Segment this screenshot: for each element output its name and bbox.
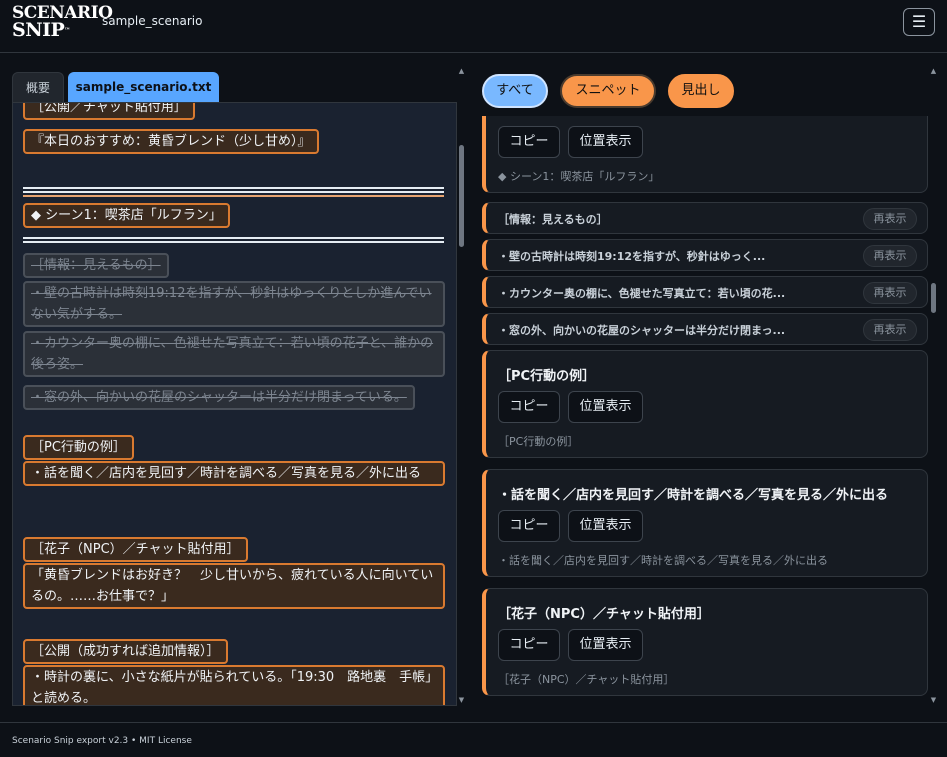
editor-line[interactable]: ・時計の裏に、小さな紙片が貼られている。「19:30 路地裏 手帳」と読める。 — [23, 665, 445, 705]
reshow-button[interactable]: 再表示 — [863, 282, 917, 304]
collapsed-snippet-text: ［情報：見えるもの］ — [498, 213, 608, 226]
copy-button[interactable]: コピー — [498, 629, 560, 661]
snippet-preview: ・話を聞く／店内を見回す／時計を調べる／写真を見る／外に出る — [498, 554, 828, 567]
snippet-title: ［花子（NPC）／チャット貼付用］ — [498, 607, 710, 622]
snippet-preview: ［PC行動の例］ — [498, 435, 579, 448]
copy-button[interactable]: コピー — [498, 126, 560, 158]
scrollbar-thumb[interactable] — [459, 145, 464, 247]
scrollbar-thumb[interactable] — [931, 283, 936, 313]
tab-sample-scenario-file[interactable]: sample_scenario.txt — [68, 72, 219, 102]
editor-line[interactable]: 「黄昏ブレンドはお好き？ 少し甘いから、疲れている人に向いているの。……お仕事で… — [23, 563, 445, 609]
copy-button[interactable]: コピー — [498, 391, 560, 423]
filter-snippet-button[interactable]: スニペット — [560, 74, 656, 108]
snippet-card-scene: コピー 位置表示 ◆ シーン1：喫茶店「ルフラン」 — [482, 116, 928, 193]
editor-line-hidden[interactable]: ［情報：見えるもの］ — [23, 253, 169, 278]
editor-line[interactable]: ・話を聞く／店内を見回す／時計を調べる／写真を見る／外に出る — [23, 461, 445, 486]
tab-overview[interactable]: 概要 — [12, 72, 64, 102]
editor-line-scene-heading[interactable]: ◆ シーン1：喫茶店「ルフラン」 — [23, 203, 230, 228]
editor-line[interactable]: ［PC行動の例］ — [23, 435, 134, 460]
separator-line — [23, 237, 444, 243]
locate-button[interactable]: 位置表示 — [568, 510, 643, 542]
reshow-button[interactable]: 再表示 — [863, 208, 917, 230]
snippet-preview: ［花子（NPC）／チャット貼付用］ — [498, 673, 675, 686]
editor-pane: 概要 sample_scenario.txt ［公開／チャット貼付用］ 『本日の… — [12, 72, 457, 706]
collapsed-snippet[interactable]: ・カウンター奥の棚に、色褪せた写真立て：若い頃の花... 再表示 — [482, 276, 928, 308]
hamburger-icon: ☰ — [911, 12, 927, 31]
editor-line-hidden[interactable]: ・窓の外、向かいの花屋のシャッターは半分だけ閉まっている。 — [23, 385, 415, 410]
collapsed-snippet-text: ・壁の古時計は時刻19:12を指すが、秒針はゆっく... — [498, 250, 766, 263]
separator-line — [23, 187, 444, 193]
collapsed-snippet[interactable]: ・壁の古時計は時刻19:12を指すが、秒針はゆっく... 再表示 — [482, 239, 928, 271]
hamburger-menu-button[interactable]: ☰ — [903, 8, 935, 36]
snippet-title: ・話を聞く／店内を見回す／時計を調べる／写真を見る／外に出る — [498, 488, 889, 503]
filter-all-button[interactable]: すべて — [482, 74, 548, 108]
snippet-title: ［PC行動の例］ — [498, 369, 596, 384]
editor-line-hidden[interactable]: ・カウンター奥の棚に、色褪せた写真立て：若い頃の花子と、誰かの後ろ姿。 — [23, 331, 445, 377]
snippet-preview: ◆ シーン1：喫茶店「ルフラン」 — [498, 170, 660, 183]
locate-button[interactable]: 位置表示 — [568, 391, 643, 423]
snippet-scrollbar[interactable]: ▲ ▼ — [929, 67, 938, 707]
logo-trademark: ™ — [64, 27, 70, 34]
snippet-card: ［PC行動の例］ コピー 位置表示 ［PC行動の例］ — [482, 350, 928, 458]
scroll-down-arrow-icon[interactable]: ▼ — [929, 696, 938, 704]
editor-line[interactable]: 『本日のおすすめ：黄昏ブレンド（少し甘め）』 — [23, 129, 319, 154]
copy-button[interactable]: コピー — [498, 510, 560, 542]
filter-heading-button[interactable]: 見出し — [668, 74, 734, 108]
scroll-up-arrow-icon[interactable]: ▲ — [929, 67, 938, 75]
editor-line[interactable]: ［公開（成功すれば追加情報）］ — [23, 639, 228, 664]
editor-scrollbar[interactable]: ▲ ▼ — [457, 67, 466, 707]
editor-line-hidden[interactable]: ・壁の古時計は時刻19:12を指すが、秒針はゆっくりとしか進んでいない気がする。 — [23, 281, 445, 327]
app-logo: SCENARIO SNIP™ — [12, 5, 113, 43]
scroll-down-arrow-icon[interactable]: ▼ — [457, 696, 466, 704]
separator-highlight — [23, 195, 444, 197]
logo-line-2: SNIP — [12, 19, 65, 41]
editor-line[interactable]: ［公開／チャット貼付用］ — [23, 103, 195, 120]
snippet-card: ［花子（NPC）／チャット貼付用］ コピー 位置表示 ［花子（NPC）／チャット… — [482, 588, 928, 696]
scenario-editor[interactable]: ［公開／チャット貼付用］ 『本日のおすすめ：黄昏ブレンド（少し甘め）』 ◆ シー… — [12, 102, 457, 706]
project-name: sample_scenario — [102, 14, 203, 28]
collapsed-snippet[interactable]: ・窓の外、向かいの花屋のシャッターは半分だけ閉まっ... 再表示 — [482, 313, 928, 345]
footer-text: Scenario Snip export v2.3 • MIT License — [12, 736, 192, 746]
collapsed-snippet-text: ・窓の外、向かいの花屋のシャッターは半分だけ閉まっ... — [498, 324, 786, 337]
editor-line[interactable]: ［花子（NPC）／チャット貼付用］ — [23, 537, 248, 562]
collapsed-snippet[interactable]: ［情報：見えるもの］ 再表示 — [482, 202, 928, 234]
snippet-pane: すべて スニペット 見出し コピー 位置表示 ◆ シーン1：喫茶店「ルフラン」 … — [482, 72, 928, 706]
reshow-button[interactable]: 再表示 — [863, 245, 917, 267]
scroll-up-arrow-icon[interactable]: ▲ — [457, 67, 466, 75]
snippet-list: コピー 位置表示 ◆ シーン1：喫茶店「ルフラン」 ［情報：見えるもの］ 再表示 … — [482, 116, 928, 706]
app-header: SCENARIO SNIP™ sample_scenario ☰ — [0, 0, 947, 53]
snippet-card: ・話を聞く／店内を見回す／時計を調べる／写真を見る／外に出る コピー 位置表示 … — [482, 469, 928, 577]
reshow-button[interactable]: 再表示 — [863, 319, 917, 341]
collapsed-snippet-text: ・カウンター奥の棚に、色褪せた写真立て：若い頃の花... — [498, 287, 786, 300]
locate-button[interactable]: 位置表示 — [568, 629, 643, 661]
app-footer: Scenario Snip export v2.3 • MIT License — [0, 722, 947, 757]
locate-button[interactable]: 位置表示 — [568, 126, 643, 158]
